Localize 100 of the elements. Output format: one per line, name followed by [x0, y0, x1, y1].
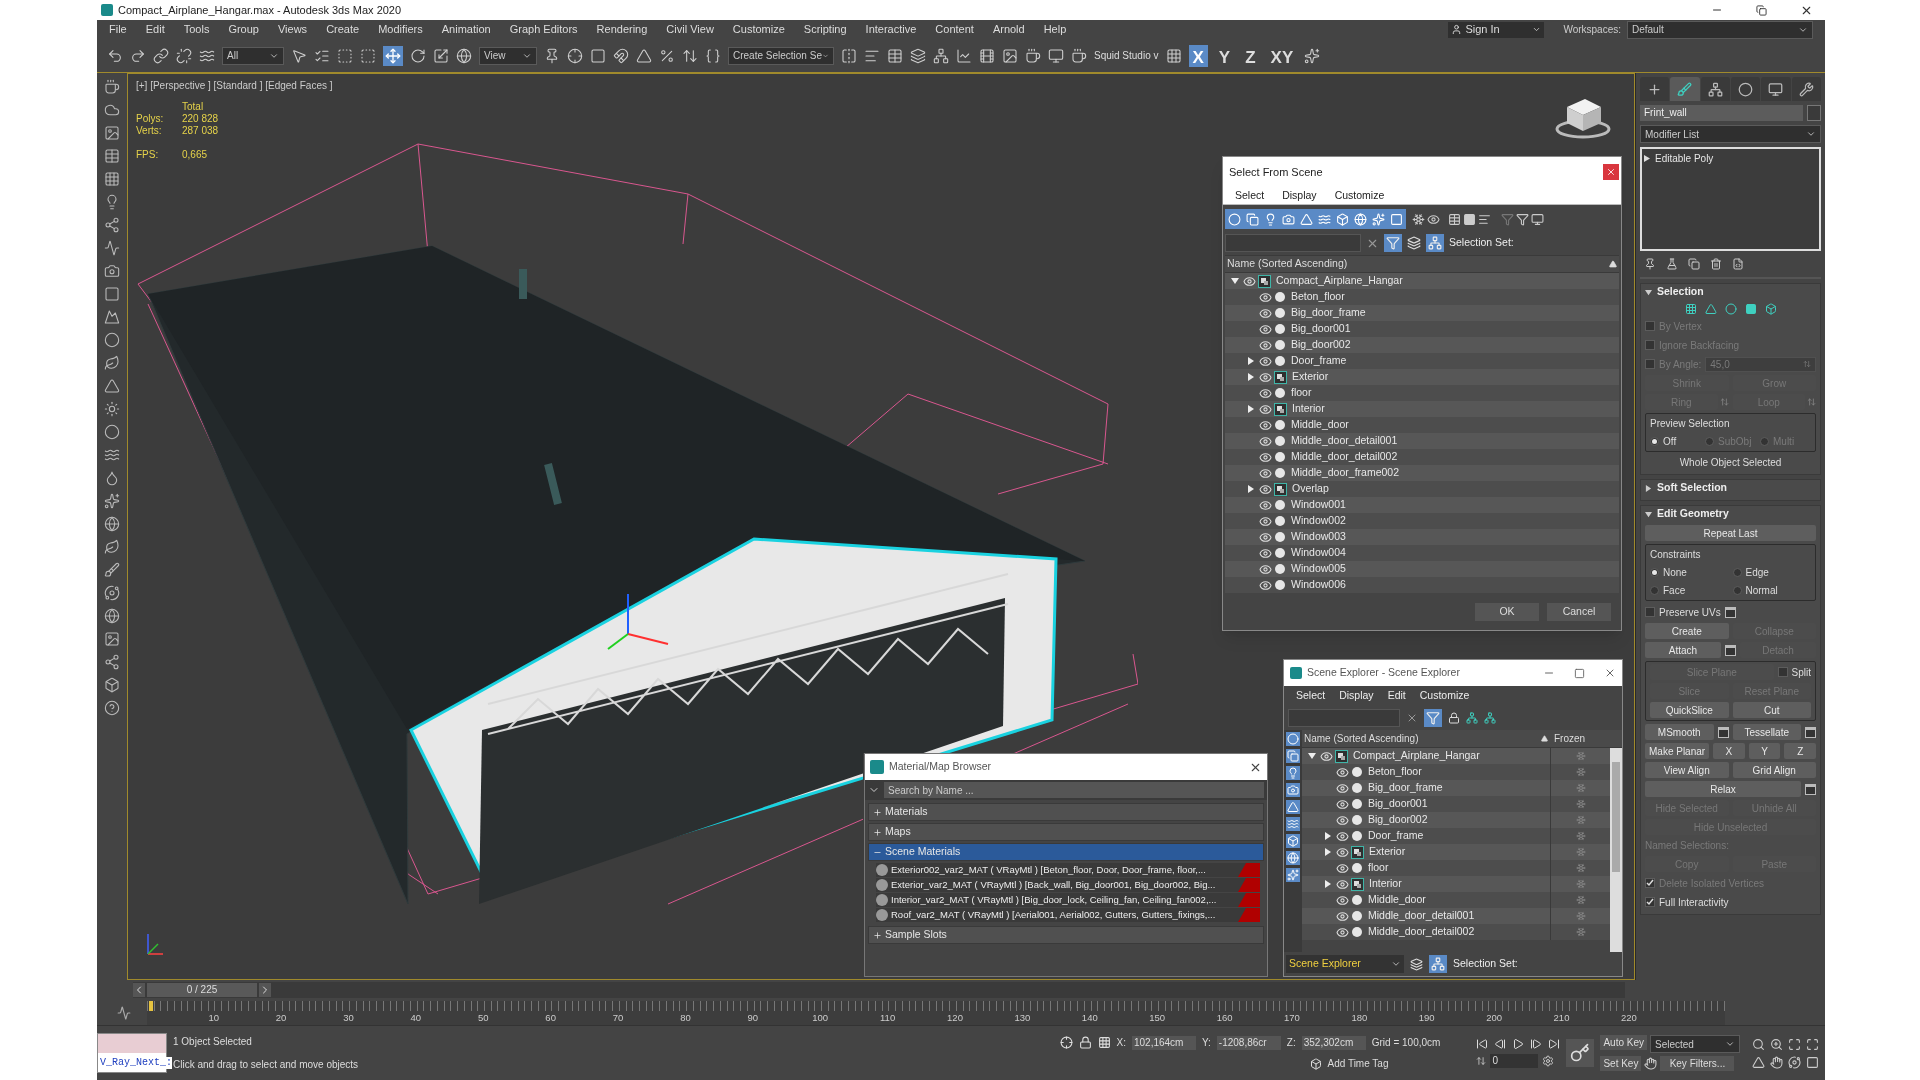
command-button[interactable]: Z [1784, 743, 1816, 759]
coordinate-field[interactable]: 102,164cm [1131, 1035, 1196, 1050]
dialog-button[interactable]: OK [1475, 603, 1539, 621]
modifier-stack-item[interactable]: Editable Poly [1644, 151, 1817, 165]
tree-row[interactable]: Middle_door [1302, 892, 1610, 908]
column-header[interactable]: Name (Sorted Ascending) [1225, 255, 1619, 273]
tree-row[interactable]: Door_frame [1225, 353, 1619, 369]
command-button[interactable]: Create [1645, 623, 1729, 639]
search-field[interactable]: Search by Name ... [884, 782, 1264, 798]
tree-row[interactable]: Exterior [1225, 369, 1619, 385]
axis-constraint-button[interactable]: Y [1214, 44, 1235, 67]
rollout-header[interactable]: Selection [1645, 284, 1816, 300]
radio-button[interactable]: Off [1650, 434, 1701, 449]
material-row[interactable]: Interior_var2_MAT ( VRayMtl ) [Big_door_lock, Ceiling_fan, Ceiling_fan002,... [876, 893, 1260, 907]
current-frame-field[interactable]: 0 [1490, 1054, 1539, 1068]
menu-item[interactable]: Content [935, 21, 974, 38]
workspaces-dropdown[interactable]: Default [1627, 20, 1813, 39]
menu-item[interactable]: Display [1339, 688, 1374, 704]
tree-row[interactable]: Beton_floor [1225, 289, 1619, 305]
menu-item[interactable]: Create [326, 21, 360, 38]
tree-row[interactable]: floor [1225, 385, 1619, 401]
tree-row[interactable]: Big_door001 [1302, 796, 1610, 812]
track-bar[interactable]: 10 20 30 40 50 60 70 80 90 100 110 120 130 140 150 160 170 180 190 200 210 220 [147, 1000, 1725, 1025]
viewport-label[interactable]: [+] [Perspective ] [Standard ] [Edged Faces ] [136, 78, 333, 93]
menu-item[interactable]: Edit [1387, 688, 1406, 704]
coordinate-field[interactable]: -1208,86cr [1216, 1035, 1281, 1050]
tree-row[interactable]: Interior [1302, 876, 1610, 892]
axis-constraint-button[interactable]: X [1188, 44, 1208, 67]
tree-row[interactable]: Window002 [1225, 513, 1619, 529]
menu-item[interactable]: Customize [1419, 688, 1470, 704]
menu-item[interactable]: Graph Editors [509, 21, 578, 38]
tree-row[interactable]: Middle_door [1225, 417, 1619, 433]
checkbox[interactable]: Full Interactivity [1645, 894, 1729, 910]
menu-item[interactable]: Interactive [865, 21, 917, 38]
tree-row[interactable]: Big_door002 [1225, 337, 1619, 353]
axis-constraint-button[interactable]: XY [1266, 44, 1298, 67]
command-button[interactable]: Y [1748, 743, 1781, 759]
tree-row[interactable]: Beton_floor [1302, 764, 1610, 780]
radio-button[interactable]: Face [1650, 583, 1729, 598]
tree-row[interactable]: Window006 [1225, 577, 1619, 593]
tree-row[interactable]: Door_frame [1302, 828, 1610, 844]
column-header[interactable]: Frozen [1550, 731, 1622, 746]
menu-item[interactable]: Rendering [596, 21, 648, 38]
tree-row[interactable]: Interior [1225, 401, 1619, 417]
tree-row[interactable]: Middle_door_frame002 [1225, 465, 1619, 481]
tree-row[interactable]: Compact_Airplane_Hangar [1225, 273, 1619, 289]
material-row[interactable]: Roof_var2_MAT ( VRayMtl ) [Aerial001, Aerial002, Gutters, Gutters_fixings,... [876, 908, 1260, 922]
command-button[interactable]: Cut [1732, 702, 1811, 718]
menu-item[interactable]: Civil View [666, 21, 714, 38]
material-row[interactable]: Exterior_var2_MAT ( VRayMtl ) [Back_wall, Big_door001, Big_door002, Big... [876, 878, 1260, 892]
command-button[interactable]: Attach [1645, 642, 1721, 658]
coordinate-field[interactable]: 352,302cm [1301, 1035, 1366, 1050]
tree-row[interactable]: Middle_door_detail002 [1225, 449, 1619, 465]
tree-row[interactable]: Window004 [1225, 545, 1619, 561]
command-button[interactable]: MSmooth [1645, 724, 1714, 740]
command-button[interactable]: X [1713, 743, 1745, 759]
menu-item[interactable]: Display [1282, 187, 1317, 204]
tree-row[interactable]: Window001 [1225, 497, 1619, 513]
add-time-tag[interactable]: Add Time Tag [1327, 1056, 1389, 1071]
tree-row[interactable]: Middle_door_detail001 [1302, 908, 1610, 924]
menu-item[interactable]: Modifiers [378, 21, 423, 38]
menu-item[interactable]: Views [277, 21, 308, 38]
menu-item[interactable]: Scripting [803, 21, 847, 38]
tree-row[interactable]: Big_door_frame [1225, 305, 1619, 321]
tree-row[interactable]: Big_door001 [1225, 321, 1619, 337]
key-filters-button[interactable]: Key Filters... [1660, 1056, 1735, 1071]
command-button[interactable]: View Align [1645, 762, 1729, 778]
time-slider-thumb[interactable]: 0 / 225 [147, 983, 257, 997]
column-header[interactable]: Name (Sorted Ascending) [1302, 731, 1550, 746]
menu-item[interactable]: Tools [183, 21, 210, 38]
menu-item[interactable]: Edit [145, 21, 165, 38]
menu-item[interactable]: Animation [441, 21, 491, 38]
tree-row[interactable]: Big_door002 [1302, 812, 1610, 828]
menu-item[interactable]: Help [1043, 21, 1067, 38]
tree-row[interactable]: Window005 [1225, 561, 1619, 577]
checkbox[interactable]: Split [1777, 664, 1811, 680]
set-key-button[interactable]: Set Key [1600, 1056, 1642, 1071]
material-row[interactable]: Exterior002_var2_MAT ( VRayMtl ) [Beton_floor, Door, Door_frame, floor,... [876, 863, 1260, 877]
rollout-header[interactable]: Edit Geometry [1645, 506, 1816, 522]
sign-in-dropdown[interactable]: Sign In [1448, 21, 1545, 38]
browser-section-header[interactable]: Sample Slots [868, 926, 1264, 944]
menu-item[interactable]: Group [228, 21, 259, 38]
modifier-list-dropdown[interactable]: Modifier List [1640, 125, 1821, 143]
radio-button[interactable]: Normal [1732, 583, 1811, 598]
selection-filter-dropdown[interactable]: All [222, 46, 284, 65]
rollout-header[interactable]: Soft Selection [1645, 480, 1816, 496]
tree-row[interactable]: Compact_Airplane_Hangar [1302, 748, 1610, 764]
explorer-dropdown[interactable]: Scene Explorer [1286, 955, 1404, 973]
axis-constraint-button[interactable]: Z [1241, 44, 1260, 67]
named-selection-dropdown[interactable]: Create Selection Se [728, 46, 834, 65]
key-mode-dropdown[interactable]: Selected [1650, 1035, 1740, 1053]
menu-item[interactable]: File [109, 21, 127, 38]
checkbox[interactable]: Preserve UVs [1645, 604, 1721, 620]
menu-item[interactable]: Customize [732, 21, 785, 38]
command-button[interactable]: QuickSlice [1650, 702, 1729, 718]
time-slider-track[interactable]: 0 / 225 [133, 982, 1625, 998]
tree-row[interactable]: Middle_door_detail001 [1225, 433, 1619, 449]
command-button[interactable]: Make Planar [1645, 743, 1710, 759]
tree-row[interactable]: Exterior [1302, 844, 1610, 860]
tree-row[interactable]: Big_door_frame [1302, 780, 1610, 796]
